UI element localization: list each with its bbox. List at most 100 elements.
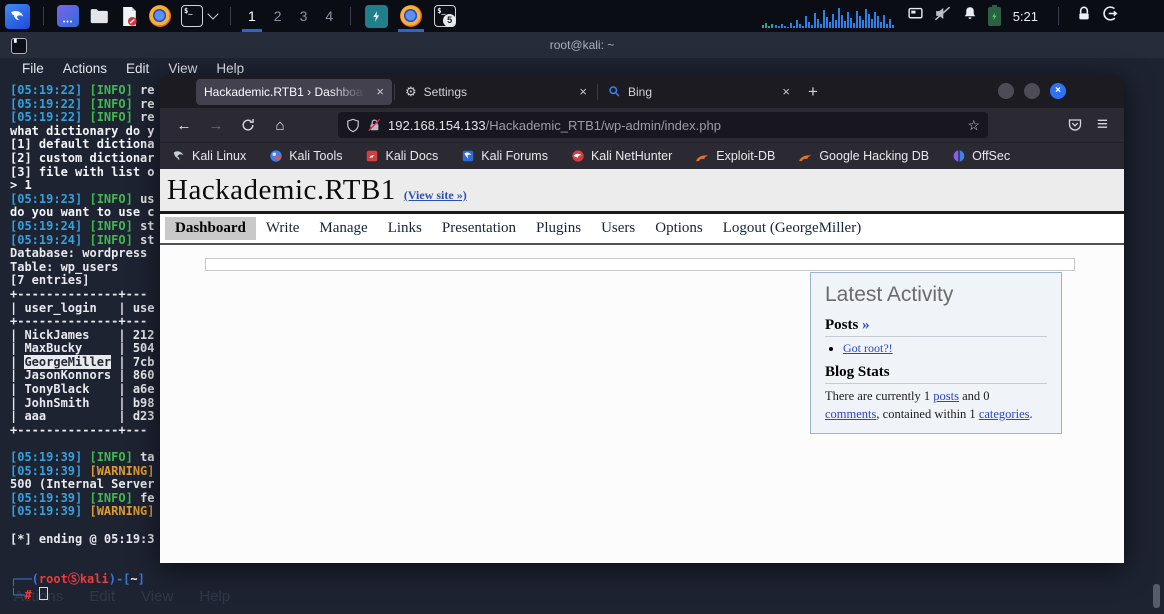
bookmark-label: Kali Linux: [192, 149, 247, 163]
workspace-button[interactable]: 3: [291, 0, 317, 32]
wp-nav-item[interactable]: Write: [256, 217, 310, 240]
close-icon[interactable]: ×: [778, 85, 790, 98]
kali-menu-button[interactable]: [0, 0, 35, 32]
tab-bar: Hackademic.RTB1 › Dashboa × ⚙ Settings ×…: [160, 75, 1124, 108]
bookmark-exploit-db[interactable]: Exploit-DB: [695, 149, 775, 163]
stats-text-part[interactable]: posts: [933, 389, 959, 403]
wp-nav-item[interactable]: Presentation: [432, 217, 526, 240]
file-manager-launcher[interactable]: [52, 0, 84, 32]
reload-icon: [242, 119, 254, 131]
close-icon[interactable]: ×: [575, 85, 587, 98]
firefox-launcher[interactable]: [144, 0, 176, 32]
maximize-button[interactable]: [1024, 83, 1040, 99]
window-controls: ×: [998, 83, 1066, 99]
network-graph: [761, 8, 894, 28]
tab-label: Bing: [628, 84, 653, 99]
stats-text-part[interactable]: comments: [825, 407, 876, 421]
pocket-icon[interactable]: [1067, 117, 1083, 133]
terminal-titlebar[interactable]: root@kali: ~: [0, 32, 1164, 58]
shield-icon[interactable]: [346, 118, 360, 133]
workspace-button[interactable]: 4: [316, 0, 342, 32]
panel-separator: [1058, 7, 1059, 25]
stats-text-part: There are currently 1: [825, 389, 934, 403]
kali-docs-icon: [367, 150, 378, 162]
terminal-title: root@kali: ~: [549, 38, 615, 52]
taskbar-monitor-app[interactable]: [359, 0, 394, 32]
url-text[interactable]: 192.168.154.133/Hackademic_RTB1/wp-admin…: [388, 118, 960, 133]
terminal-menu-item[interactable]: File: [22, 61, 44, 76]
new-tab-button[interactable]: +: [798, 82, 828, 102]
wp-nav-item[interactable]: Users: [591, 217, 645, 240]
folder-launcher[interactable]: [84, 0, 115, 32]
text-editor-launcher[interactable]: [115, 0, 144, 32]
posts-more-link[interactable]: »: [862, 317, 870, 333]
kali-tools-icon: [270, 150, 282, 162]
site-title: Hackademic.RTB1: [167, 174, 396, 206]
text-editor-icon: [123, 6, 137, 26]
terminal-count-badge: 5: [443, 14, 457, 27]
volume-indicator[interactable]: [933, 4, 952, 28]
terminal-menu-item[interactable]: Actions: [63, 61, 107, 76]
posts-heading-label: Posts: [825, 317, 859, 333]
battery-indicator[interactable]: [987, 4, 1001, 26]
wp-header: Hackademic.RTB1 (View site »): [160, 169, 1124, 214]
post-link[interactable]: Got root?!: [843, 341, 893, 355]
minimize-button[interactable]: [998, 83, 1014, 99]
stats-text-part[interactable]: categories: [979, 407, 1030, 421]
bookmark-kali-docs[interactable]: Kali Docs: [365, 149, 438, 163]
tab-settings[interactable]: ⚙ Settings ×: [397, 79, 595, 105]
taskbar-firefox-app[interactable]: [394, 0, 428, 32]
terminal-menu-item[interactable]: View: [168, 61, 197, 76]
wp-nav-item[interactable]: Plugins: [526, 217, 591, 240]
wp-nav-item[interactable]: Dashboard: [165, 217, 256, 240]
tab-bing[interactable]: Bing ×: [600, 79, 798, 105]
blog-stats-text: There are currently 1 posts and 0 commen…: [825, 388, 1047, 423]
insecure-lock-icon[interactable]: [367, 118, 381, 132]
terminal-menu-item[interactable]: Help: [216, 61, 244, 76]
logout-button[interactable]: [1101, 5, 1118, 27]
wp-nav-item[interactable]: Logout (GeorgeMiller): [713, 217, 871, 240]
menu-hamburger-icon[interactable]: ≡: [1097, 114, 1108, 136]
workspace-button[interactable]: 1: [239, 0, 265, 32]
stats-text-part: , contained within 1: [876, 406, 979, 421]
chevron-down-icon: [207, 8, 219, 20]
notifications-indicator[interactable]: [961, 5, 979, 28]
terminal-menu-item[interactable]: Edit: [126, 61, 149, 76]
home-button[interactable]: ⌂: [266, 112, 294, 138]
kali-logo-icon: [5, 3, 30, 29]
kali-linux-icon: [173, 151, 184, 161]
bookmark-kali-tools[interactable]: Kali Tools: [269, 149, 342, 163]
workspace-button[interactable]: 2: [265, 0, 291, 32]
bookmark-kali-nethunter[interactable]: Kali NetHunter: [571, 149, 672, 163]
back-button[interactable]: ←: [170, 112, 198, 138]
bookmark-label: Google Hacking DB: [819, 149, 930, 163]
file-manager-icon: [57, 5, 79, 27]
view-site-link[interactable]: (View site »): [404, 188, 467, 203]
wp-nav-item[interactable]: Options: [645, 217, 713, 240]
bookmark-offsec[interactable]: OffSec: [952, 149, 1010, 163]
reload-button[interactable]: [234, 112, 262, 138]
bookmark-kali-forums[interactable]: Kali Forums: [461, 149, 548, 163]
wp-nav-item[interactable]: Links: [378, 217, 432, 240]
forward-button[interactable]: →: [202, 112, 230, 138]
tab-dashboard[interactable]: Hackademic.RTB1 › Dashboa ×: [196, 78, 392, 105]
wp-nav-item[interactable]: Manage: [309, 217, 377, 240]
offsec-icon: [953, 150, 965, 162]
page-content: Hackademic.RTB1 (View site ») Dashboard W…: [160, 169, 1124, 563]
taskbar-terminal-app[interactable]: 5: [428, 0, 462, 32]
tab-divider: [394, 83, 395, 100]
terminal-launcher[interactable]: [176, 0, 222, 32]
close-window-button[interactable]: ×: [1050, 83, 1066, 99]
bookmarks-bar: Kali Linux Kali Tools Kali Docs Kali For…: [160, 142, 1124, 169]
bookmark-kali-linux[interactable]: Kali Linux: [172, 149, 246, 163]
close-icon[interactable]: ×: [372, 85, 384, 98]
display-indicator[interactable]: [907, 5, 924, 27]
url-bar[interactable]: 192.168.154.133/Hackademic_RTB1/wp-admin…: [338, 112, 988, 138]
terminal-titlebar-icon: [11, 38, 27, 54]
bookmark-google-hacking-db[interactable]: Google Hacking DB: [798, 149, 929, 163]
panel-clock[interactable]: 5:21: [1010, 9, 1041, 24]
bookmark-star-icon[interactable]: ☆: [967, 117, 980, 134]
lock-screen-button[interactable]: [1076, 6, 1092, 27]
tab-label: Settings: [423, 84, 468, 99]
url-domain: 192.168.154.133: [388, 117, 486, 133]
